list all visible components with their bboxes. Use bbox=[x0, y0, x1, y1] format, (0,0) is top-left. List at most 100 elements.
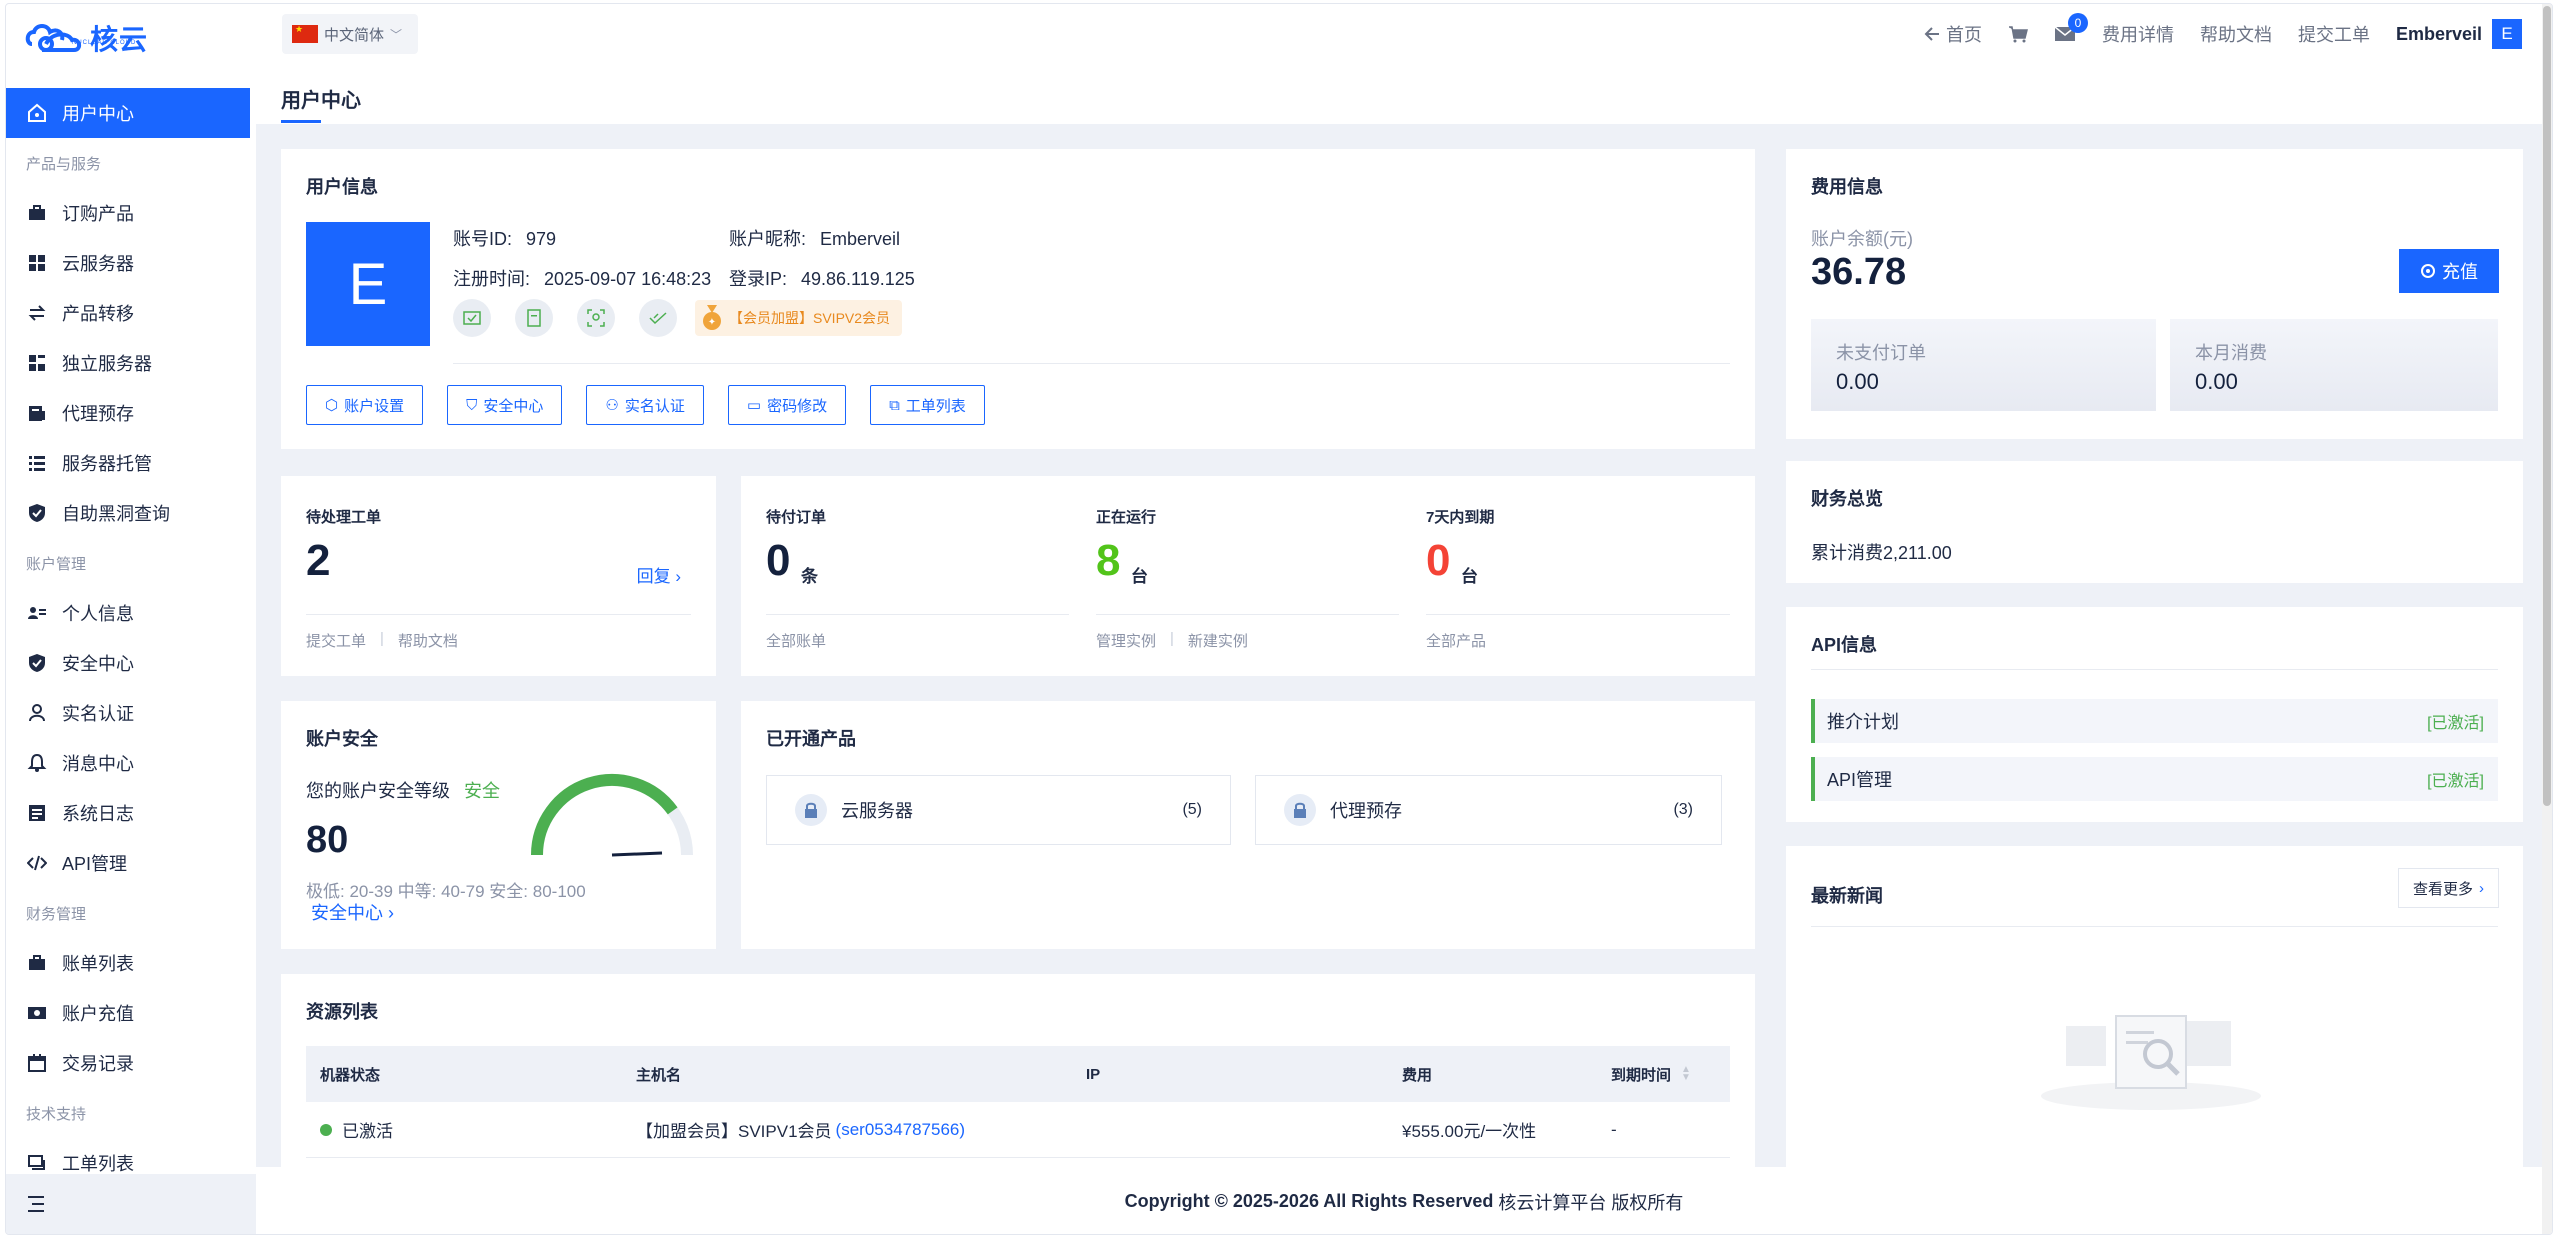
sidebar-item-label: 安全中心 bbox=[62, 654, 134, 674]
sidebar-item-profile[interactable]: 个人信息 bbox=[6, 588, 256, 638]
sidebar-item-label: 自助黑洞查询 bbox=[62, 504, 170, 524]
password-button[interactable]: ▭ 密码修改 bbox=[727, 385, 847, 425]
all-bills-link[interactable]: 全部账单 bbox=[766, 630, 826, 651]
phone-verify-icon[interactable] bbox=[515, 299, 553, 337]
login-ip-value: 49.86.119.125 bbox=[801, 269, 915, 289]
security-title: 账户安全 bbox=[306, 729, 378, 749]
sidebar-item-label: 实名认证 bbox=[62, 704, 134, 724]
sidebar-item-label: 独立服务器 bbox=[62, 354, 152, 374]
product-agent-deposit[interactable]: 代理预存 (3) bbox=[1255, 775, 1722, 845]
link-separator: | bbox=[380, 630, 384, 647]
account-settings-button[interactable]: ⬡ 账户设置 bbox=[306, 385, 424, 425]
fee-detail-link[interactable]: 费用详情 bbox=[2102, 21, 2174, 47]
new-instance-link[interactable]: 新建实例 bbox=[1188, 630, 1248, 651]
resource-list-card: 资源列表 机器状态 主机名 IP 费用 到期时间 ▲ ▼ 已激活 【加盟会员】SV… bbox=[281, 974, 1755, 1167]
security-center-button[interactable]: ⛉ 安全中心 bbox=[447, 385, 563, 425]
api-row-status: [已激活] bbox=[2427, 715, 2484, 732]
security-center-link-label: 安全中心 bbox=[311, 903, 383, 923]
user-info-divider bbox=[453, 363, 1730, 364]
sidebar-item-agent[interactable]: 代理预存 bbox=[6, 388, 256, 438]
login-ip-label: 登录IP: bbox=[729, 269, 788, 289]
api-row-api[interactable]: API管理 [已激活] bbox=[1811, 757, 2498, 801]
finance-total: 累计消费2,211.00 bbox=[1811, 543, 1952, 563]
account-nick-value: Emberveil bbox=[820, 229, 901, 249]
row-expire: - bbox=[1611, 1119, 1617, 1139]
sidebar-item-label: 订购产品 bbox=[62, 204, 134, 224]
api-row-referral[interactable]: 推介计划 [已激活] bbox=[1811, 699, 2498, 743]
sidebar-item-messages[interactable]: 消息中心 bbox=[6, 738, 256, 788]
sidebar-item-syslog[interactable]: 系统日志 bbox=[6, 788, 256, 838]
list-icon bbox=[26, 452, 48, 474]
pending-orders-label: 待付订单 bbox=[766, 509, 827, 526]
copyright-owner: 核云计算平台 版权所有 bbox=[1498, 1192, 1684, 1213]
sidebar-item-label: 服务器托管 bbox=[62, 454, 152, 474]
row-host-id-link[interactable]: (ser0534787566) bbox=[836, 1120, 965, 1140]
page-scrollbar[interactable] bbox=[2542, 4, 2552, 1234]
finance-overview-card: 财务总览 累计消费2,211.00 bbox=[1786, 461, 2523, 583]
sidebar-item-dedicated[interactable]: 独立服务器 bbox=[6, 338, 256, 388]
submit-ticket-link[interactable]: 提交工单 bbox=[2298, 21, 2370, 47]
cart-button[interactable] bbox=[2008, 24, 2028, 44]
expiring-unit: 台 bbox=[1461, 567, 1478, 586]
account-actions: ⬡ 账户设置 ⛉ 安全中心 ⚇ 实名认证 ▭ 密码修改 ⧉ 工单列表 bbox=[306, 385, 985, 425]
sidebar-item-transfer[interactable]: 产品转移 bbox=[6, 288, 256, 338]
month-spend-box[interactable]: 本月消费 0.00 bbox=[2170, 319, 2498, 411]
vip-badge: ✦ 【会员加盟】SVIPV2会员 bbox=[695, 300, 903, 336]
security-center-link[interactable]: 安全中心 › bbox=[311, 899, 394, 925]
sidebar-item-blackhole[interactable]: 自助黑洞查询 bbox=[6, 488, 256, 538]
sidebar-item-realname[interactable]: 实名认证 bbox=[6, 688, 256, 738]
col-expire[interactable]: 到期时间 ▲ ▼ bbox=[1611, 1046, 1691, 1102]
footer: Copyright © 2025-2026 All Rights Reserve… bbox=[256, 1167, 2552, 1234]
help-docs-link[interactable]: 帮助文档 bbox=[2200, 21, 2272, 47]
briefcase-icon bbox=[26, 202, 48, 224]
recharge-label: 充值 bbox=[2442, 262, 2478, 282]
sidebar-item-user-center[interactable]: 用户中心 bbox=[6, 88, 250, 138]
sidebar-item-cloud[interactable]: 云服务器 bbox=[6, 238, 256, 288]
email-verify-icon[interactable] bbox=[453, 299, 491, 337]
sidebar-item-api[interactable]: API管理 bbox=[6, 838, 256, 888]
submit-ticket-link[interactable]: 提交工单 bbox=[306, 630, 366, 651]
manage-instances-link[interactable]: 管理实例 bbox=[1096, 630, 1156, 651]
chevron-down-icon: ﹀ bbox=[390, 27, 403, 42]
expiring-label: 7天内到期 bbox=[1426, 509, 1495, 526]
user-icon bbox=[26, 702, 48, 724]
recharge-button[interactable]: 充值 bbox=[2399, 249, 2499, 293]
sidebar-item-hosting[interactable]: 服务器托管 bbox=[6, 438, 256, 488]
key-verify-icon[interactable] bbox=[639, 299, 677, 337]
account-id-value: 979 bbox=[526, 229, 557, 249]
news-more-button[interactable]: 查看更多 › bbox=[2397, 868, 2499, 908]
realname-button[interactable]: ⚇ 实名认证 bbox=[586, 385, 704, 425]
unpaid-orders-box[interactable]: 未支付订单 0.00 bbox=[1811, 319, 2156, 411]
scrollbar-thumb[interactable] bbox=[2543, 6, 2551, 806]
sidebar-item-bills[interactable]: 账单列表 bbox=[6, 938, 256, 988]
tickets-reply-link[interactable]: 回复 › bbox=[637, 562, 681, 587]
sidebar-collapse-button[interactable] bbox=[6, 1174, 256, 1234]
sidebar-item-order[interactable]: 订购产品 bbox=[6, 188, 256, 238]
sidebar-item-label: 消息中心 bbox=[62, 754, 134, 774]
language-selector[interactable]: 中文简体 ﹀ bbox=[282, 14, 418, 54]
expiring-links: 全部产品 bbox=[1426, 630, 1486, 651]
sidebar-item-recharge[interactable]: 账户充值 bbox=[6, 988, 256, 1038]
home-link[interactable]: 首页 bbox=[1924, 21, 1982, 47]
all-products-link[interactable]: 全部产品 bbox=[1426, 630, 1486, 651]
login-ip: 登录IP: 49.86.119.125 bbox=[729, 265, 915, 291]
help-docs-link[interactable]: 帮助文档 bbox=[398, 630, 458, 651]
sidebar-item-transactions[interactable]: 交易记录 bbox=[6, 1038, 256, 1088]
table-row[interactable]: 已激活 【加盟会员】SVIPV1会员 (ser0534787566) ¥555.… bbox=[306, 1102, 1730, 1158]
user-menu[interactable]: Emberveil E bbox=[2396, 19, 2522, 49]
ticket-list-button[interactable]: ⧉ 工单列表 bbox=[870, 385, 985, 425]
ticket-list-label: 工单列表 bbox=[905, 397, 966, 415]
brand-logo[interactable]: 核云 bbox=[24, 16, 148, 60]
face-verify-icon[interactable] bbox=[577, 299, 615, 337]
tickets-divider bbox=[306, 614, 691, 615]
menu-group-products: 产品与服务 bbox=[26, 155, 102, 173]
account-id-label: 账号ID: bbox=[453, 229, 513, 249]
shield-check-icon bbox=[26, 652, 48, 674]
pending-orders-count: 0 bbox=[766, 536, 791, 585]
sidebar-item-security[interactable]: 安全中心 bbox=[6, 638, 256, 688]
messages-button[interactable]: 0 bbox=[2054, 13, 2088, 43]
transfer-icon bbox=[26, 302, 48, 324]
top-nav: 首页 0 费用详情 帮助文档 提交工单 Emberveil E bbox=[1924, 4, 2522, 64]
lock-icon: ▭ bbox=[746, 397, 762, 414]
product-cloud-server[interactable]: 云服务器 (5) bbox=[766, 775, 1231, 845]
